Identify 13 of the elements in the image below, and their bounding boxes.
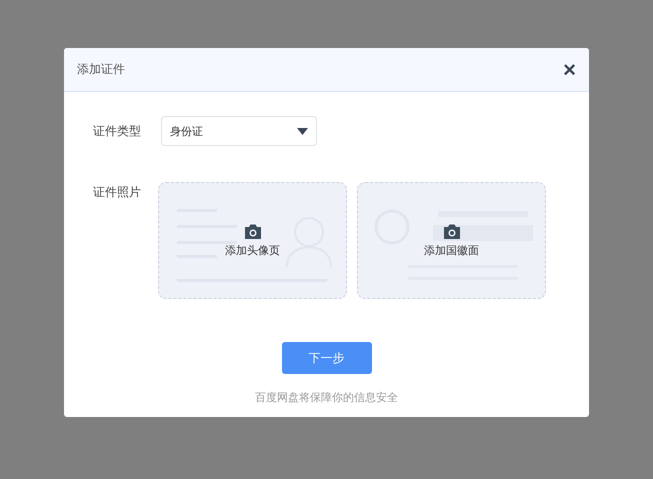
upload-caption: 添加头像页 [225,242,280,258]
upload-card[interactable]: 添加头像页 [158,182,347,299]
id-type-dropdown[interactable]: 身份证 [161,116,317,146]
security-note: 百度网盘将保障你的信息安全 [255,390,398,405]
upload-caption: 添加国徽面 [424,242,479,258]
close-button[interactable]: × [563,58,576,80]
field-label: 证件照片 [93,184,142,201]
field-label: 证件类型 [93,122,142,140]
camera-icon [244,224,262,238]
camera-icon [442,224,460,238]
caret-icon [297,128,308,134]
dialog-title: 添加证件 [77,61,125,78]
upload-card[interactable]: 添加国徽面 [357,182,546,299]
